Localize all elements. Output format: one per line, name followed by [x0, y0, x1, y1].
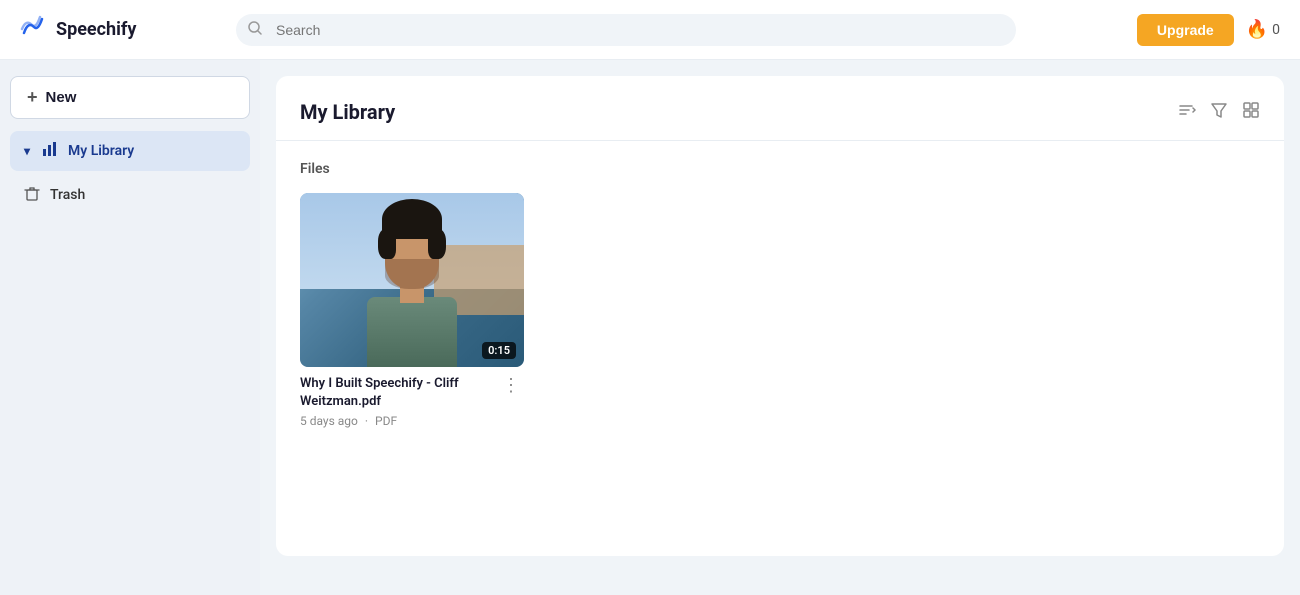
fire-icon: 🔥: [1246, 19, 1268, 40]
thumbnail-image: [300, 193, 524, 367]
streak-count: 0: [1272, 22, 1280, 38]
files-section: Files: [276, 141, 1284, 448]
sidebar: + New ▾ My Library: [0, 60, 260, 595]
search-icon: [248, 21, 262, 39]
file-thumbnail: 0:15: [300, 193, 524, 367]
filter-icon[interactable]: [1210, 101, 1228, 124]
file-info: Why I Built Speechify - Cliff Weitzman.p…: [300, 375, 524, 428]
logo-icon: [20, 15, 48, 45]
sidebar-item-label: My Library: [68, 143, 134, 159]
app-title: Speechify: [56, 19, 136, 40]
search-input[interactable]: [236, 14, 1016, 46]
upgrade-button[interactable]: Upgrade: [1137, 14, 1234, 46]
files-grid: 0:15 Why I Built Speechify - Cliff Weitz…: [300, 193, 1260, 428]
search-bar[interactable]: [236, 14, 1016, 46]
app-header: Speechify Upgrade 🔥 0: [0, 0, 1300, 60]
file-card[interactable]: 0:15 Why I Built Speechify - Cliff Weitz…: [300, 193, 524, 428]
sidebar-item-trash[interactable]: Trash: [10, 175, 250, 215]
header-right: Upgrade 🔥 0: [1137, 14, 1280, 46]
trash-icon: [24, 185, 40, 205]
content-area: My Library: [260, 60, 1300, 595]
sidebar-item-label: Trash: [50, 187, 85, 203]
library-header: My Library: [276, 76, 1284, 124]
chevron-down-icon: ▾: [24, 144, 30, 158]
separator: ·: [365, 414, 368, 428]
main-layout: + New ▾ My Library: [0, 60, 1300, 595]
library-icon: [42, 141, 58, 161]
library-title: My Library: [300, 100, 395, 124]
files-label: Files: [300, 161, 1260, 177]
grid-view-icon[interactable]: [1242, 101, 1260, 124]
new-button-label: New: [46, 89, 77, 106]
sidebar-item-my-library[interactable]: ▾ My Library: [10, 131, 250, 171]
file-details: Why I Built Speechify - Cliff Weitzman.p…: [300, 375, 498, 428]
plus-icon: +: [27, 87, 38, 108]
file-meta: 5 days ago · PDF: [300, 414, 498, 428]
library-actions: [1178, 101, 1260, 124]
new-button[interactable]: + New: [10, 76, 250, 119]
file-name: Why I Built Speechify - Cliff Weitzman.p…: [300, 375, 498, 411]
duration-badge: 0:15: [482, 342, 516, 359]
streak-badge: 🔥 0: [1246, 19, 1280, 40]
library-card: My Library: [276, 76, 1284, 556]
more-options-button[interactable]: ⋮: [498, 375, 524, 396]
file-age: 5 days ago: [300, 414, 358, 428]
sort-icon[interactable]: [1178, 101, 1196, 124]
logo-area: Speechify: [20, 15, 220, 45]
file-type: PDF: [375, 414, 397, 428]
